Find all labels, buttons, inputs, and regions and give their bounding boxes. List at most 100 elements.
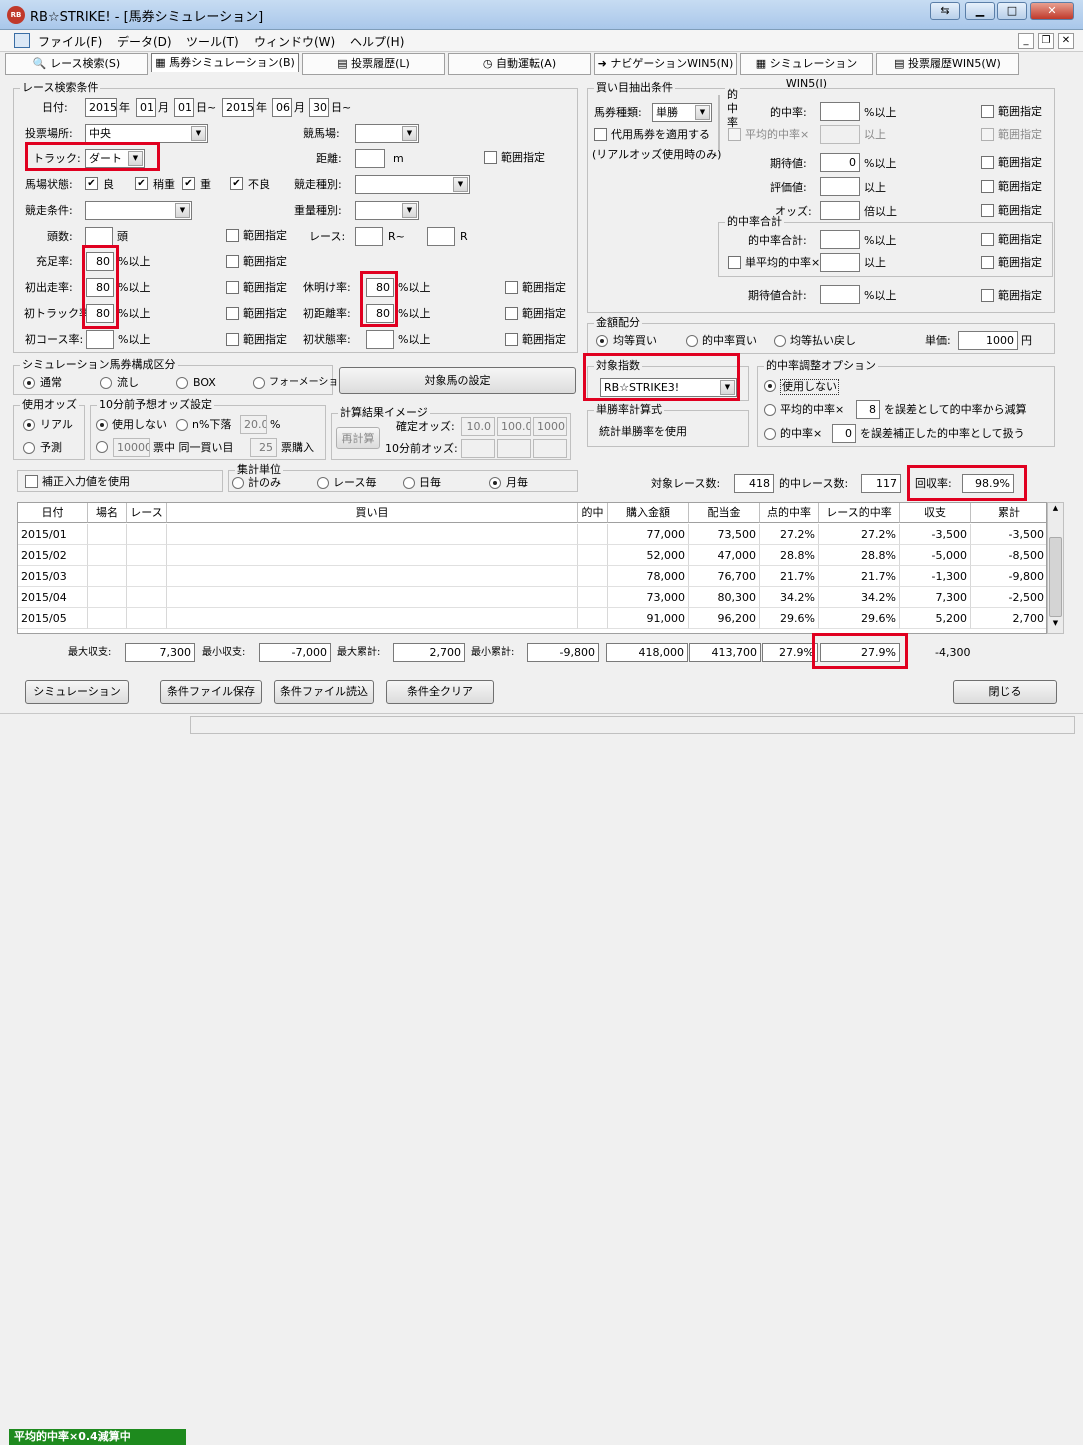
col-hit-header[interactable]: 的中: [578, 503, 608, 523]
jouken-select[interactable]: ▼: [85, 201, 192, 220]
vertical-scrollbar[interactable]: ▲ ▼: [1047, 502, 1064, 634]
exp-sum-range-checkbox[interactable]: [981, 289, 994, 302]
pre10-notuse-radio[interactable]: [96, 419, 108, 431]
from-day-input[interactable]: 01: [174, 98, 194, 117]
pre-odds-input-2[interactable]: [497, 439, 531, 458]
scroll-up-icon[interactable]: ▲: [1049, 504, 1062, 517]
pre10-buy-input[interactable]: 25: [250, 438, 277, 457]
money-hit-radio[interactable]: [686, 335, 698, 347]
agg-total-radio[interactable]: [232, 477, 244, 489]
avg-hit-input[interactable]: [820, 125, 860, 144]
fixed-odds-input-2[interactable]: 100.0: [497, 417, 531, 436]
menu-file[interactable]: ファイル(F): [38, 33, 102, 50]
menu-help[interactable]: ヘルプ(H): [350, 33, 404, 50]
avg-hit-range-checkbox[interactable]: [981, 128, 994, 141]
keibajo-select[interactable]: ▼: [355, 124, 419, 143]
race-to-input[interactable]: [427, 227, 455, 246]
close-button[interactable]: 閉じる: [953, 680, 1057, 704]
distance-input[interactable]: [355, 149, 385, 168]
mdi-minimize-icon[interactable]: _: [1018, 33, 1034, 49]
first-run-range-checkbox[interactable]: [226, 281, 239, 294]
juryo-select[interactable]: ▼: [355, 201, 419, 220]
first-state-input[interactable]: [366, 330, 394, 349]
eval-range-checkbox[interactable]: [981, 180, 994, 193]
col-bet-header[interactable]: 買い目: [167, 503, 578, 523]
restore-icon[interactable]: ⇆: [930, 2, 960, 20]
col-balance-header[interactable]: 収支: [900, 503, 971, 523]
tab-bet-history[interactable]: ▤ 投票履歴(L): [302, 53, 445, 75]
exp-sum-input[interactable]: [820, 285, 860, 304]
col-cumulative-header[interactable]: 累計: [971, 503, 1046, 523]
tab-race-search[interactable]: 🔍 レース検索(S): [5, 53, 148, 75]
single-avg-range-checkbox[interactable]: [981, 256, 994, 269]
agg-day-radio[interactable]: [403, 477, 415, 489]
col-race-header[interactable]: レース: [127, 503, 167, 523]
race-from-input[interactable]: [355, 227, 383, 246]
col-venue-header[interactable]: 場名: [88, 503, 127, 523]
first-course-input[interactable]: [86, 330, 114, 349]
baba-yaya-checkbox[interactable]: ✔: [135, 177, 148, 190]
pre10-ticket-radio[interactable]: [96, 441, 108, 453]
hit-sum-range-checkbox[interactable]: [981, 233, 994, 246]
simulation-button[interactable]: シミュレーション: [25, 680, 129, 704]
col-pt-hit-header[interactable]: 点的中率: [760, 503, 819, 523]
single-avg-checkbox[interactable]: [728, 256, 741, 269]
minimize-button[interactable]: ▁: [965, 2, 995, 20]
save-conditions-button[interactable]: 条件ファイル保存: [160, 680, 262, 704]
sim-normal-radio[interactable]: [23, 377, 35, 389]
avg-hit-checkbox[interactable]: [728, 128, 741, 141]
maximize-button[interactable]: □: [997, 2, 1027, 20]
first-course-range-checkbox[interactable]: [226, 333, 239, 346]
pre-odds-input-1[interactable]: [461, 439, 495, 458]
menu-data[interactable]: データ(D): [117, 33, 172, 50]
clear-conditions-button[interactable]: 条件全クリア: [386, 680, 494, 704]
adjust-notuse-radio[interactable]: [764, 380, 776, 392]
tab-navigation-win5[interactable]: ➜ ナビゲーションWIN5(N): [594, 53, 737, 75]
tab-bet-simulation[interactable]: ▦ 馬券シミュレーション(B): [151, 53, 299, 72]
from-year-input[interactable]: 2015: [85, 98, 117, 117]
first-distance-range-checkbox[interactable]: [505, 307, 518, 320]
pre10-ticket-input[interactable]: 10000: [113, 438, 150, 457]
shubetsu-select[interactable]: ▼: [355, 175, 470, 194]
pre10-drop-input[interactable]: 20.0: [240, 415, 267, 434]
from-month-input[interactable]: 01: [136, 98, 156, 117]
scroll-thumb[interactable]: [1049, 537, 1062, 617]
pre-odds-input-3[interactable]: [533, 439, 567, 458]
money-equal-radio[interactable]: [596, 335, 608, 347]
load-conditions-button[interactable]: 条件ファイル読込: [274, 680, 374, 704]
adjust-avg-input[interactable]: 8: [856, 400, 880, 419]
hit-rate-input[interactable]: [820, 102, 860, 121]
tosu-input[interactable]: [85, 227, 113, 246]
hit-range-checkbox[interactable]: [981, 105, 994, 118]
first-state-range-checkbox[interactable]: [505, 333, 518, 346]
sim-formation-radio[interactable]: [253, 377, 265, 389]
menu-tool[interactable]: ツール(T): [186, 33, 239, 50]
odds-predict-radio[interactable]: [23, 442, 35, 454]
sim-box-radio[interactable]: [176, 377, 188, 389]
money-payout-radio[interactable]: [774, 335, 786, 347]
odds-range-checkbox[interactable]: [981, 204, 994, 217]
adjust-hit-radio[interactable]: [764, 428, 776, 440]
unit-price-input[interactable]: 1000: [958, 331, 1018, 350]
jusoku-range-checkbox[interactable]: [226, 255, 239, 268]
col-date-header[interactable]: 日付: [18, 503, 88, 523]
rest-range-checkbox[interactable]: [505, 281, 518, 294]
hit-sum-input[interactable]: [820, 230, 860, 249]
agg-month-radio[interactable]: [489, 477, 501, 489]
baba-furyo-checkbox[interactable]: ✔: [230, 177, 243, 190]
mdi-close-icon[interactable]: ✕: [1058, 33, 1074, 49]
close-window-button[interactable]: ✕: [1030, 2, 1074, 20]
mdi-restore-icon[interactable]: ❐: [1038, 33, 1054, 49]
agg-race-radio[interactable]: [317, 477, 329, 489]
recalc-button[interactable]: 再計算: [336, 427, 380, 449]
expected-range-checkbox[interactable]: [981, 156, 994, 169]
baba-omo-checkbox[interactable]: ✔: [182, 177, 195, 190]
target-horse-button[interactable]: 対象馬の設定: [339, 367, 576, 394]
col-payout-header[interactable]: 配当金: [689, 503, 760, 523]
odds-real-radio[interactable]: [23, 419, 35, 431]
tosu-range-checkbox[interactable]: [226, 229, 239, 242]
col-race-hit-header[interactable]: レース的中率: [819, 503, 900, 523]
to-month-input[interactable]: 06: [272, 98, 292, 117]
to-day-input[interactable]: 30: [309, 98, 329, 117]
pre10-drop-radio[interactable]: [176, 419, 188, 431]
